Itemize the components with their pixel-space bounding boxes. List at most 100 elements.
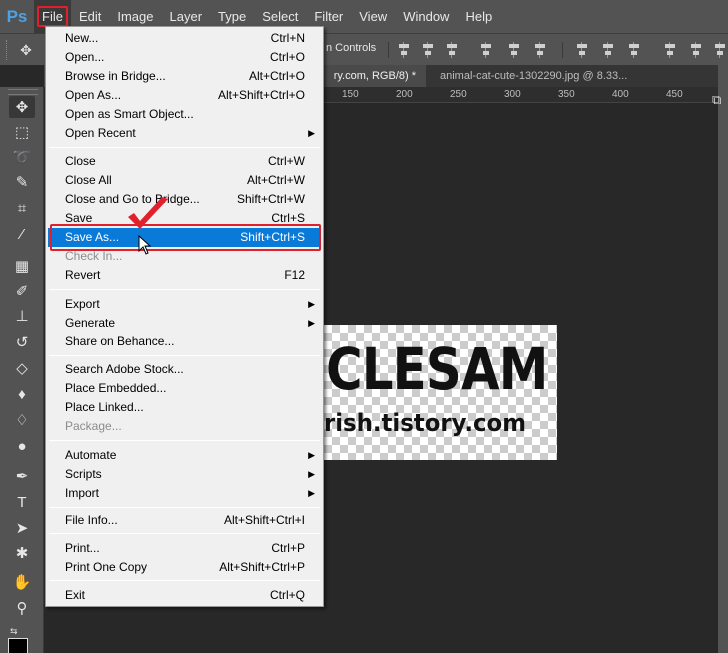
menu-item-close-all[interactable]: Close All Alt+Ctrl+W — [48, 171, 321, 190]
lasso-tool-icon[interactable]: ➰ — [9, 146, 35, 168]
submenu-arrow-icon: ▶ — [308, 299, 315, 309]
menu-item-exit[interactable]: Exit Ctrl+Q — [48, 586, 321, 605]
menu-item-label: Close All — [65, 173, 112, 187]
menu-item-label: Check In... — [65, 249, 123, 263]
menu-item-close[interactable]: Close Ctrl+W — [48, 152, 321, 171]
options-divider — [388, 42, 389, 58]
menu-item-import[interactable]: Import ▶ — [48, 484, 321, 503]
file-menu-dropdown: New... Ctrl+N Open... Ctrl+O Browse in Bri… — [45, 26, 324, 607]
history-brush-tool-icon[interactable]: ↺ — [9, 331, 35, 353]
menu-item-label: Close — [65, 154, 96, 168]
menu-item-shortcut: Alt+Shift+Ctrl+P — [219, 560, 305, 574]
distribute-bottom-icon[interactable] — [626, 42, 642, 58]
blur-tool-icon[interactable]: ♢ — [9, 409, 35, 431]
brush-tool-icon[interactable]: ✐ — [9, 280, 35, 302]
align-left-icon[interactable] — [478, 42, 494, 58]
menu-item-close-go-bridge[interactable]: Close and Go to Bridge... Shift+Ctrl+W — [48, 190, 321, 209]
hand-tool-icon[interactable]: ✋ — [9, 571, 35, 593]
menu-item-share-behance[interactable]: Share on Behance... — [48, 332, 321, 351]
paint-bucket-tool-icon[interactable]: ♦ — [9, 383, 35, 405]
foreground-color-swatch[interactable] — [8, 638, 28, 653]
menu-item-open-smart-object[interactable]: Open as Smart Object... — [48, 105, 321, 124]
menu-item-open-as[interactable]: Open As... Alt+Shift+Ctrl+O — [48, 86, 321, 105]
distribute-right-icon[interactable] — [712, 42, 728, 58]
align-bottom-icon[interactable] — [444, 42, 460, 58]
menu-item-file-info[interactable]: File Info... Alt+Shift+Ctrl+I — [48, 511, 321, 530]
distribute-hcenter-icon[interactable] — [688, 42, 704, 58]
menu-item-label: Search Adobe Stock... — [65, 362, 184, 376]
marquee-tool-icon[interactable]: ⬚ — [9, 121, 35, 143]
menu-item-shortcut: Ctrl+P — [271, 541, 305, 555]
options-grip[interactable] — [6, 40, 10, 60]
menu-item-browse-in-bridge[interactable]: Browse in Bridge... Alt+Ctrl+O — [48, 67, 321, 86]
menu-item-save-as[interactable]: Save As... Shift+Ctrl+S — [48, 228, 321, 247]
menu-item-label: Place Embedded... — [65, 381, 167, 395]
menu-item-print[interactable]: Print... Ctrl+P — [48, 539, 321, 558]
menu-item-revert[interactable]: Revert F12 — [48, 266, 321, 285]
quick-select-tool-icon[interactable]: ✎ — [9, 171, 35, 193]
crop-tool-icon[interactable]: ⌗ — [9, 197, 35, 219]
canvas-url-text: rish.tistory.com — [324, 409, 526, 437]
move-tool-preset-icon[interactable]: ✥ — [14, 40, 38, 60]
submenu-arrow-icon: ▶ — [308, 128, 315, 138]
healing-brush-tool-icon[interactable]: ▦ — [9, 255, 35, 277]
menu-item-search-stock[interactable]: Search Adobe Stock... — [48, 360, 321, 379]
photoshop-logo: Ps — [6, 6, 28, 26]
distribute-left-icon[interactable] — [662, 42, 678, 58]
tab-active-label: ry.com, RGB/8) * — [333, 70, 416, 82]
menu-item-label: Import — [65, 486, 100, 500]
menu-item-label: Browse in Bridge... — [65, 69, 166, 83]
menu-item-place-linked[interactable]: Place Linked... — [48, 398, 321, 417]
path-selection-tool-icon[interactable]: ➤ — [9, 517, 35, 539]
align-vertical-center-icon[interactable] — [420, 42, 436, 58]
swap-colors-icon[interactable]: ⇆ — [10, 626, 20, 636]
menu-item-new[interactable]: New... Ctrl+N — [48, 29, 321, 48]
show-transform-controls-label[interactable]: n Controls — [326, 42, 376, 54]
checkmark-icon — [128, 197, 168, 229]
ruler-label: 250 — [450, 89, 467, 100]
menu-item-label: Automate — [65, 448, 117, 462]
distribute-top-icon[interactable] — [574, 42, 590, 58]
menu-item-automate[interactable]: Automate ▶ — [48, 446, 321, 465]
align-right-icon[interactable] — [532, 42, 548, 58]
align-top-icon[interactable] — [396, 42, 412, 58]
distribute-center-icon[interactable] — [600, 42, 616, 58]
pen-tool-icon[interactable]: ✒ — [9, 465, 35, 487]
menu-item-open-recent[interactable]: Open Recent ▶ — [48, 124, 321, 143]
menu-item-shortcut: F12 — [284, 268, 305, 282]
menu-item-generate[interactable]: Generate ▶ — [48, 314, 321, 333]
menu-item-shortcut: Ctrl+N — [270, 31, 305, 45]
menu-item-label: Open as Smart Object... — [65, 107, 194, 121]
stamp-tool-icon[interactable]: ⊥ — [9, 305, 35, 327]
menu-separator — [49, 355, 320, 356]
ruler-label: 350 — [558, 89, 575, 100]
menu-view[interactable]: View — [351, 0, 395, 33]
menu-separator — [49, 533, 320, 534]
zoom-tool-icon[interactable]: ⚲ — [9, 597, 35, 619]
menu-help[interactable]: Help — [457, 0, 500, 33]
dodge-tool-icon[interactable]: ● — [9, 435, 35, 457]
menu-window[interactable]: Window — [395, 0, 457, 33]
menu-separator — [49, 289, 320, 290]
document-canvas[interactable]: CLESAM rish.tistory.com — [324, 325, 557, 460]
menu-item-export[interactable]: Export ▶ — [48, 295, 321, 314]
tools-panel: ✥ ⬚ ➰ ✎ ⌗ ⁄ ▦ ✐ ⊥ ↺ ◇ ♦ ♢ ● ✒ T ➤ ✱ ✋ ⚲ … — [0, 87, 44, 653]
menu-item-label: Generate — [65, 316, 116, 330]
shape-tool-icon[interactable]: ✱ — [9, 542, 35, 564]
menu-item-save[interactable]: Save Ctrl+S — [48, 209, 321, 228]
menu-item-scripts[interactable]: Scripts ▶ — [48, 465, 321, 484]
eraser-tool-icon[interactable]: ◇ — [9, 357, 35, 379]
align-horizontal-center-icon[interactable] — [506, 42, 522, 58]
move-tool-icon[interactable]: ✥ — [9, 96, 35, 118]
toolbar-grip[interactable] — [8, 89, 38, 95]
right-panel-dock — [718, 65, 728, 653]
menu-item-open[interactable]: Open... Ctrl+O — [48, 48, 321, 67]
menu-separator — [49, 507, 320, 508]
eyedropper-tool-icon[interactable]: ⁄ — [9, 223, 35, 245]
tab-cat-image[interactable]: animal-cat-cute-1302290.jpg @ 8.33... — [434, 65, 654, 87]
type-tool-icon[interactable]: T — [9, 491, 35, 513]
menu-item-print-one-copy[interactable]: Print One Copy Alt+Shift+Ctrl+P — [48, 558, 321, 577]
menu-item-place-embedded[interactable]: Place Embedded... — [48, 379, 321, 398]
panel-history-icon[interactable]: ⧉ — [712, 92, 728, 108]
menu-item-label: File Info... — [65, 513, 118, 527]
